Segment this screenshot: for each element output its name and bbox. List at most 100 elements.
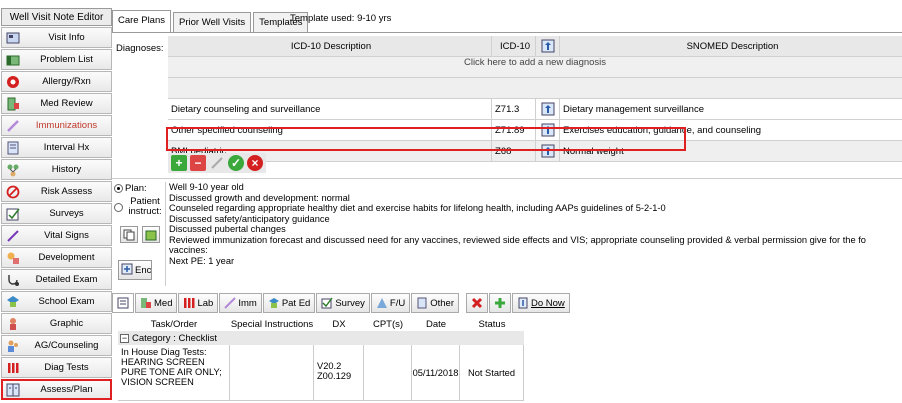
tab-pat-ed[interactable]: Pat Ed [262, 293, 316, 313]
add-icon [494, 297, 506, 309]
graphic-icon [5, 316, 20, 331]
tab-prior-well-visits[interactable]: Prior Well Visits [173, 12, 252, 32]
radio-patient-instruct[interactable]: Patient instruct: [114, 197, 165, 217]
sidebar-item-vital-signs[interactable]: Vital Signs [1, 225, 112, 246]
pencil-icon [5, 228, 20, 243]
header-icd10-description[interactable]: ICD-10 Description [168, 36, 492, 56]
snomed-description: Dietary management surveillance [563, 103, 704, 115]
do-now-label: Do Now [531, 297, 565, 309]
delete-x-icon [471, 297, 483, 309]
sidebar-item-risk-assess[interactable]: Risk Assess [1, 181, 112, 202]
edit-pencil-icon[interactable] [209, 155, 225, 171]
section-divider [112, 178, 902, 179]
tab-label: Imm [238, 297, 257, 309]
school-icon [5, 294, 20, 309]
sidebar-item-immunizations[interactable]: Immunizations [1, 115, 112, 136]
tab-all-orders[interactable] [112, 293, 134, 313]
sidebar-item-label: Detailed Exam [35, 274, 98, 285]
order-dx-2: Z00.129 [317, 371, 352, 381]
visit-info-icon [5, 30, 20, 45]
sidebar-item-label: Diag Tests [44, 362, 89, 373]
sidebar-title[interactable]: Well Visit Note Editor [1, 8, 112, 26]
sidebar-item-assess-plan[interactable]: Assess/Plan [1, 379, 112, 400]
diagnosis-code: Z71.3 [492, 99, 536, 119]
delete-order-button[interactable] [466, 293, 488, 313]
template-used-label: Template used: 9-10 yrs [290, 13, 392, 24]
do-now-button[interactable]: Do Now [512, 293, 570, 313]
plan-line: Discussed growth and development: normal [169, 192, 350, 203]
tab-fu[interactable]: F/U [370, 293, 411, 313]
sidebar-item-visit-info[interactable]: Visit Info [1, 27, 112, 48]
tab-label: Pat Ed [281, 297, 311, 309]
radio-plan-label: Plan: [125, 183, 147, 194]
sidebar-item-graphic[interactable]: Graphic [1, 313, 112, 334]
sidebar-item-ag-counseling[interactable]: AG/Counseling [1, 335, 112, 356]
sidebar: Well Visit Note Editor Visit Info Proble… [0, 8, 112, 403]
category-label: Category : Checklist [132, 332, 218, 344]
orders-header: Task/Order Special Instructions DX CPT(s… [118, 317, 902, 331]
grid-header: ICD-10 Description ICD-10 SNOMED Descrip… [168, 36, 902, 57]
header-snomed-description[interactable]: SNOMED Description [560, 36, 902, 56]
table-row[interactable]: In House Diag Tests: HEARING SCREEN PURE… [118, 345, 902, 401]
category-row[interactable]: − Category : Checklist [118, 331, 524, 345]
tab-imm[interactable]: Imm [219, 293, 262, 313]
document-icon [5, 140, 20, 155]
confirm-check-icon[interactable]: ✓ [228, 155, 244, 171]
tab-care-plans[interactable]: Care Plans [112, 10, 171, 32]
tab-med[interactable]: Med [135, 293, 178, 313]
sidebar-item-detailed-exam[interactable]: Detailed Exam [1, 269, 112, 290]
remove-icon[interactable]: − [190, 155, 206, 171]
sidebar-item-label: History [51, 164, 82, 175]
header-dx[interactable]: DX [314, 317, 364, 331]
sidebar-item-development[interactable]: Development [1, 247, 112, 268]
top-tabs: Care Plans Prior Well Visits Templates [112, 8, 310, 32]
sidebar-item-allergy[interactable]: Allergy/Rxn [1, 71, 112, 92]
header-status[interactable]: Status [460, 317, 524, 331]
diagnosis-row[interactable]: Dietary counseling and surveillance Z71.… [168, 99, 902, 120]
sidebar-item-label: AG/Counseling [34, 340, 99, 351]
plan-line: Discussed pubertal changes [169, 224, 286, 234]
sidebar-item-school-exam[interactable]: School Exam [1, 291, 112, 312]
header-cpt[interactable]: CPT(s) [364, 317, 412, 331]
tab-survey[interactable]: Survey [316, 293, 370, 313]
radio-plan[interactable]: Plan: [114, 183, 147, 194]
template-icon[interactable] [142, 226, 160, 243]
sidebar-item-problem-list[interactable]: Problem List [1, 49, 112, 70]
cancel-x-icon[interactable]: × [247, 155, 263, 171]
add-icon[interactable]: + [171, 155, 187, 171]
follow-up-icon [376, 297, 388, 309]
copy-icon[interactable] [120, 226, 138, 243]
enc-button[interactable]: Enc [118, 260, 152, 280]
plan-text-area[interactable]: Well 9-10 year old Discussed growth and … [165, 182, 902, 286]
radio-patient-dot[interactable] [114, 203, 123, 212]
sidebar-item-med-review[interactable]: Med Review [1, 93, 112, 114]
sidebar-item-interval-hx[interactable]: Interval Hx [1, 137, 112, 158]
sidebar-item-label: Assess/Plan [40, 384, 93, 395]
assess-plan-icon [5, 382, 20, 397]
sidebar-item-label: School Exam [38, 296, 95, 307]
document-icon [416, 297, 428, 309]
header-date[interactable]: Date [412, 317, 460, 331]
header-icd10[interactable]: ICD-10 [492, 36, 536, 56]
sidebar-item-label: Problem List [40, 54, 93, 65]
sidebar-item-history[interactable]: History [1, 159, 112, 180]
header-task-order[interactable]: Task/Order [118, 317, 230, 331]
order-cpt [364, 345, 412, 401]
sidebar-item-diag-tests[interactable]: Diag Tests [1, 357, 112, 378]
order-dx-1: V20.2 [317, 361, 342, 371]
enc-label: Enc [135, 264, 152, 276]
sidebar-item-surveys[interactable]: Surveys [1, 203, 112, 224]
tab-label: Lab [197, 297, 214, 309]
collapse-icon[interactable]: − [120, 333, 129, 343]
snomed-button-icon[interactable] [536, 99, 560, 119]
tab-other[interactable]: Other [411, 293, 459, 313]
syringe-icon [5, 118, 20, 133]
add-order-button[interactable] [489, 293, 511, 313]
add-diagnosis-row[interactable]: Click here to add a new diagnosis [168, 57, 902, 78]
plan-line: Discussed safety/anticipatory guidance [169, 213, 330, 224]
radio-plan-dot[interactable] [114, 184, 123, 193]
diagnoses-label: Diagnoses: [116, 43, 164, 54]
med-icon [140, 297, 152, 309]
header-special-instructions[interactable]: Special Instructions [230, 317, 314, 331]
tab-lab[interactable]: Lab [178, 293, 219, 313]
